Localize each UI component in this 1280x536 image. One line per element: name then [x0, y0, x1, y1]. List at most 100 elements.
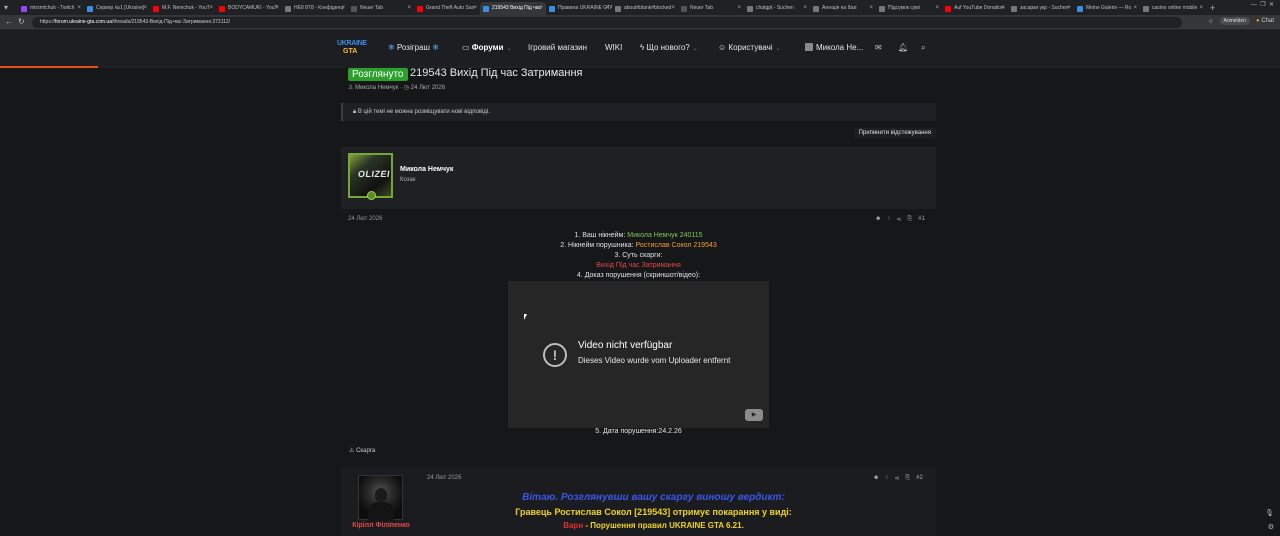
- close-icon[interactable]: ×: [869, 2, 873, 15]
- close-icon[interactable]: ×: [671, 2, 675, 15]
- close-icon[interactable]: ×: [935, 2, 939, 15]
- browser-tab[interactable]: Neuer Tab ×: [678, 2, 744, 15]
- browser-tab[interactable]: BODYCAMUKI - YouT ×: [216, 2, 282, 15]
- url-host: forum.ukraine-gta.com.ua: [55, 19, 112, 25]
- post-number[interactable]: #2: [916, 475, 923, 482]
- report-button[interactable]: ⚠ Скарга: [349, 447, 375, 454]
- post-line-5: 5. Дата порушення:24.2.26: [595, 428, 682, 435]
- close-icon[interactable]: ×: [1133, 2, 1137, 15]
- post-author-title: Козак: [400, 177, 416, 183]
- tab-title: abouthblank#blocked: [624, 5, 672, 11]
- browser-tab[interactable]: Grand Theft Auto San ×: [414, 2, 480, 15]
- tab-menu-icon[interactable]: ▾: [4, 3, 13, 12]
- bookmark-icon[interactable]: ⎘: [907, 216, 912, 223]
- share-icon[interactable]: ⋖: [894, 475, 899, 482]
- profile-button[interactable]: Anmelden: [1219, 17, 1251, 25]
- bell-icon[interactable]: 🔔︎: [898, 43, 908, 52]
- browser-tab[interactable]: Сервер №1 [Ukraine] ×: [84, 2, 150, 15]
- site-logo[interactable]: UKRAINE GTA: [337, 40, 367, 58]
- post-date[interactable]: 24 Лют 2026: [348, 216, 382, 222]
- unwatch-button[interactable]: Припинити відстежування: [853, 128, 936, 138]
- tab-title: Підсумок сумі: [888, 5, 920, 11]
- browser-tab[interactable]: Агенція на базі ×: [810, 2, 876, 15]
- nav-users[interactable]: ☺ Користувачі ⌄: [718, 43, 781, 52]
- browser-tab[interactable]: Auf YouTube Donation ×: [942, 2, 1008, 15]
- post-author-name[interactable]: Микола Немчук: [400, 166, 453, 173]
- reaction-icon[interactable]: ☻: [875, 216, 881, 223]
- close-icon[interactable]: ×: [539, 2, 543, 15]
- close-icon[interactable]: ×: [737, 2, 741, 15]
- browser-tab[interactable]: Neuer Tab ×: [348, 2, 414, 15]
- browser-tab[interactable]: Правила UKRAINE GTA ×: [546, 2, 612, 15]
- browser-tab[interactable]: M.F. Nemchuk - YouT ×: [150, 2, 216, 15]
- tab-favicon-icon: [1077, 6, 1083, 12]
- search-icon[interactable]: ⌕: [921, 43, 925, 53]
- tab-title: chatgpt - Suchen: [756, 5, 794, 11]
- browser-tab[interactable]: засарки укр - Suchen ×: [1008, 2, 1074, 15]
- close-icon[interactable]: ×: [1067, 2, 1071, 15]
- nav-wiki[interactable]: WIKI: [605, 43, 622, 52]
- video-error-subtitle: Dieses Video wurde vom Uploader entfernt: [578, 356, 731, 365]
- close-icon[interactable]: ×: [209, 2, 213, 15]
- microphone-icon[interactable]: 🎙︎: [1265, 509, 1274, 517]
- bookmark-icon[interactable]: ⎘: [905, 475, 910, 482]
- tab-favicon-icon: [285, 6, 291, 12]
- close-icon[interactable]: ×: [275, 2, 279, 15]
- close-icon[interactable]: ×: [473, 2, 477, 15]
- back-icon[interactable]: ←: [5, 17, 13, 26]
- video-error-title: Video nicht verfügbar: [578, 340, 673, 351]
- close-icon[interactable]: ×: [803, 2, 807, 15]
- browser-tab[interactable]: mtrsmtchuk - Twitch ×: [18, 2, 84, 15]
- reaction-icon[interactable]: ☻: [873, 475, 879, 482]
- thread-author[interactable]: Микола Немчук: [355, 85, 398, 91]
- avatar[interactable]: OLIZEI: [348, 153, 393, 200]
- post-date[interactable]: 24 Лют 2026: [427, 475, 461, 481]
- close-icon[interactable]: ×: [407, 2, 411, 15]
- arrow-up-icon[interactable]: ↑: [887, 216, 890, 223]
- page-progress-bar: [0, 66, 1280, 68]
- close-icon[interactable]: ×: [341, 2, 345, 15]
- share-icon[interactable]: ⋖: [896, 216, 901, 223]
- reload-icon[interactable]: ↻: [18, 17, 25, 26]
- nav-shop[interactable]: Ігровий магазин: [528, 43, 587, 52]
- browser-tab[interactable]: Meine Galerie — Ro ×: [1074, 2, 1140, 15]
- tab-favicon-icon: [1143, 6, 1149, 12]
- nav-account[interactable]: Микола Не...: [805, 43, 863, 52]
- close-icon[interactable]: ×: [143, 2, 147, 15]
- close-icon[interactable]: ×: [605, 2, 609, 15]
- close-icon[interactable]: ×: [77, 2, 81, 15]
- browser-tab[interactable]: abouthblank#blocked ×: [612, 2, 678, 15]
- arrow-up-icon[interactable]: ↑: [885, 475, 888, 482]
- chat-button[interactable]: ● Chat: [1256, 18, 1274, 24]
- address-bar[interactable]: https://forum.ukraine-gta.com.ua/threads…: [32, 17, 1182, 28]
- embedded-video[interactable]: ! Video nicht verfügbar Dieses Video wur…: [508, 281, 769, 428]
- post-line-3: 3. Суть скарги:: [614, 252, 663, 259]
- browser-tab[interactable]: 219543 Вихід Під час ×: [480, 2, 546, 15]
- settings-icon[interactable]: ⚙: [1268, 523, 1274, 531]
- envelope-icon[interactable]: ✉: [875, 43, 882, 52]
- thread-date[interactable]: 24 Лют 2026: [411, 85, 445, 91]
- line1-label: 1. Ваш нікнейм:: [574, 232, 626, 239]
- browser-tab[interactable]: Підсумок сумі ×: [876, 2, 942, 15]
- user-icon: ♙: [348, 85, 354, 91]
- close-icon[interactable]: ×: [1001, 2, 1005, 15]
- browser-tab[interactable]: chatgpt - Suchen ×: [744, 2, 810, 15]
- post-number[interactable]: #1: [918, 216, 925, 223]
- browser-tab[interactable]: casino online mobile ×: [1140, 2, 1206, 15]
- tab-favicon-icon: [87, 6, 93, 12]
- tab-title: M.F. Nemchuk - YouT: [162, 5, 210, 11]
- bookmark-star-icon[interactable]: ☆: [1208, 18, 1213, 25]
- tab-title: casino online mobile: [1152, 5, 1198, 11]
- nav-account-label: Микола Не...: [816, 43, 864, 52]
- nav-giveaway[interactable]: ❄ Розіграш ❄: [388, 43, 439, 52]
- nav-whats-new[interactable]: ϟ Що нового? ⌄: [640, 43, 698, 52]
- browser-tab[interactable]: НЕ8 8Т8 - Конфіденц ×: [282, 2, 348, 15]
- window-controls[interactable]: — ❐ ✕: [1251, 1, 1274, 8]
- post-author-card: OLIZEI Микола Немчук Козак: [341, 147, 936, 209]
- nav-forums[interactable]: ▭ Форуми ⌄: [462, 43, 512, 52]
- tab-title: mtrsmtchuk - Twitch: [30, 5, 75, 11]
- comment-icon: ▭: [462, 43, 470, 52]
- youtube-icon[interactable]: ▶: [745, 409, 763, 421]
- new-tab-button[interactable]: +: [1210, 3, 1215, 13]
- close-icon[interactable]: ×: [1199, 2, 1203, 15]
